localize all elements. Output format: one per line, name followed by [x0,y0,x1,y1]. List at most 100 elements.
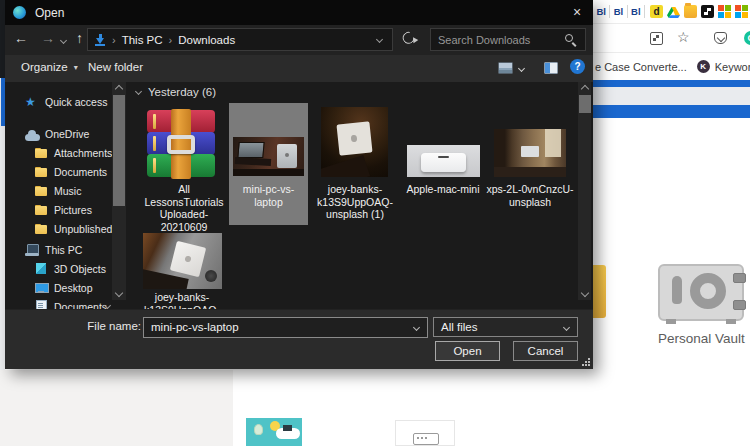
sidebar-item-documents-2[interactable]: Documents [34,299,107,309]
list-scrollbar[interactable] [578,82,591,300]
help-button[interactable]: ? [570,59,585,74]
cloud-blob [283,425,292,431]
document-icon [34,300,49,310]
file-name-label[interactable]: All LessonsTutorials Uploaded-20210609 [142,183,226,233]
dialog-title: Open [35,6,64,20]
favorites-star-icon[interactable]: ☆ [677,29,690,45]
bookmark-favicon-bl-1[interactable]: Bl [596,6,606,17]
scroll-up-icon[interactable] [581,85,589,93]
bookmarks-favicon-row: Bl Bl Bl d [593,0,750,24]
browser-toolbar: ☆ G [593,24,750,53]
black-app-favicon-icon[interactable] [701,5,714,18]
scroll-up-icon[interactable] [115,85,123,93]
file-type-dropdown-chevron-icon[interactable] [563,324,570,331]
grammarly-icon[interactable]: G [744,31,750,45]
back-button[interactable]: ← [14,30,28,46]
search-box[interactable]: Search Downloads [430,28,586,51]
sidebar-item-quick-access[interactable]: ★Quick access [25,94,107,109]
breadcrumb-this-pc[interactable]: This PC [122,34,163,46]
personal-vault-label[interactable]: Personal Vault [658,331,744,346]
pictures-tile-thumbnail[interactable] [246,418,302,446]
favicon-separator [644,5,645,18]
file-thumbnail-joey-banks-2[interactable] [143,233,222,289]
3d-cube-icon [34,262,49,276]
refresh-icon[interactable] [399,29,417,47]
scroll-down-icon[interactable] [581,289,589,297]
dialog-toolbar: Organize▾ New folder ? [5,55,593,82]
sidebar-item-attachments[interactable]: Attachments [34,145,112,160]
google-drive-icon[interactable] [667,5,680,18]
address-bar[interactable]: › This PC › Downloads [87,28,393,51]
dialog-titlebar[interactable]: Open × [5,0,593,25]
sidebar-item-3d-objects[interactable]: 3D Objects [34,261,106,276]
view-mode-icon[interactable] [498,62,513,74]
breadcrumb-separator: › [112,34,116,46]
sidebar-item-pictures[interactable]: Pictures [34,202,92,217]
address-dropdown-chevron-icon[interactable] [376,36,383,43]
scroll-down-icon[interactable] [115,289,123,297]
folder-favicon-icon[interactable] [684,5,697,18]
safe-hinge [733,300,746,310]
search-icon[interactable] [565,34,577,46]
cancel-button[interactable]: Cancel [513,341,578,361]
file-type-select[interactable]: All files [433,317,578,337]
qr-grid-icon[interactable] [650,32,663,45]
close-button[interactable]: × [567,3,587,22]
sidebar-item-desktop[interactable]: Desktop [34,280,93,295]
bookmark-favicon-d[interactable]: d [650,5,663,18]
microsoft-favicon-icon-2[interactable] [735,5,748,18]
file-name-label[interactable]: joey-banks-k13S9UppOAQ-unsplash (1) [311,183,399,221]
page-blue-bar [593,105,750,118]
organize-button[interactable]: Organize▾ [21,61,78,73]
folder-tile-icon[interactable] [593,265,606,318]
scrollbar-thumb[interactable] [113,95,125,206]
file-name-input[interactable]: mini-pc-vs-laptop [143,317,428,338]
preview-pane-icon[interactable] [544,62,558,74]
file-name-label: mini-pc-vs-laptop [231,183,306,208]
microsoft-favicon-icon[interactable] [718,5,731,18]
file-icon-winrar[interactable] [147,110,215,178]
bookmark-keyword-tool[interactable]: Keyword To [715,61,750,73]
forward-button[interactable]: → [41,30,55,46]
pocket-icon[interactable] [714,32,727,44]
page-gray-strip [593,87,750,105]
onedrive-cloud-icon [25,127,40,141]
breadcrumb-downloads[interactable]: Downloads [178,34,235,46]
file-name-label[interactable]: Apple-mac-mini [400,183,486,196]
device-drawing [413,433,439,445]
file-thumbnail-xps[interactable] [494,129,566,177]
file-selected-mini-pc-vs-laptop[interactable]: mini-pc-vs-laptop [229,103,308,225]
file-name-label[interactable]: joey-banks-k13S9UppOAQ-unsplash [138,291,226,309]
sidebar-scrollbar[interactable] [112,82,126,300]
safe-foot [666,319,676,324]
sidebar-item-this-pc[interactable]: This PC [25,242,82,257]
bookmark-favicon-bl-2[interactable]: Bl [613,6,623,17]
sidebar-item-onedrive[interactable]: OneDrive [25,126,89,141]
document-tile-thumbnail[interactable] [395,420,455,446]
scrollbar-thumb[interactable] [579,95,591,113]
downloads-icon [94,34,106,46]
file-thumbnail-joey-banks-1[interactable] [321,107,388,177]
personal-vault-safe-icon[interactable] [658,264,744,321]
file-thumbnail-apple-mac-mini[interactable] [407,145,480,177]
sidebar-item-unpublished[interactable]: Unpublished [34,221,112,236]
view-mode-chevron-icon[interactable] [518,65,525,72]
sidebar-item-music[interactable]: Music [34,183,81,198]
file-name-label[interactable]: xps-2L-0vnCnzcU-unsplash [486,183,574,208]
new-folder-button[interactable]: New folder [88,61,143,73]
bookmark-favicon-bl-3[interactable]: Bl [631,6,641,17]
recent-locations-chevron-icon[interactable] [60,37,67,44]
file-name-dropdown-chevron-icon[interactable] [413,324,420,331]
group-header-yesterday[interactable]: Yesterday (6) [136,86,216,98]
app-icon [13,6,26,19]
sidebar-item-documents[interactable]: Documents [34,164,107,179]
open-button[interactable]: Open [435,341,500,361]
open-dialog: Open × ← → ↑ › This PC › Downloads Searc… [5,0,593,369]
group-collapse-chevron-icon [135,87,142,94]
bookmark-case-converter[interactable]: e Case Converte... [595,61,687,73]
dialog-main: ★Quick access OneDrive Attachments Docum… [5,82,593,309]
organize-caret-icon: ▾ [74,63,78,72]
safe-dial [690,273,726,309]
resize-grip[interactable] [582,358,590,366]
up-button[interactable]: ↑ [76,30,83,46]
